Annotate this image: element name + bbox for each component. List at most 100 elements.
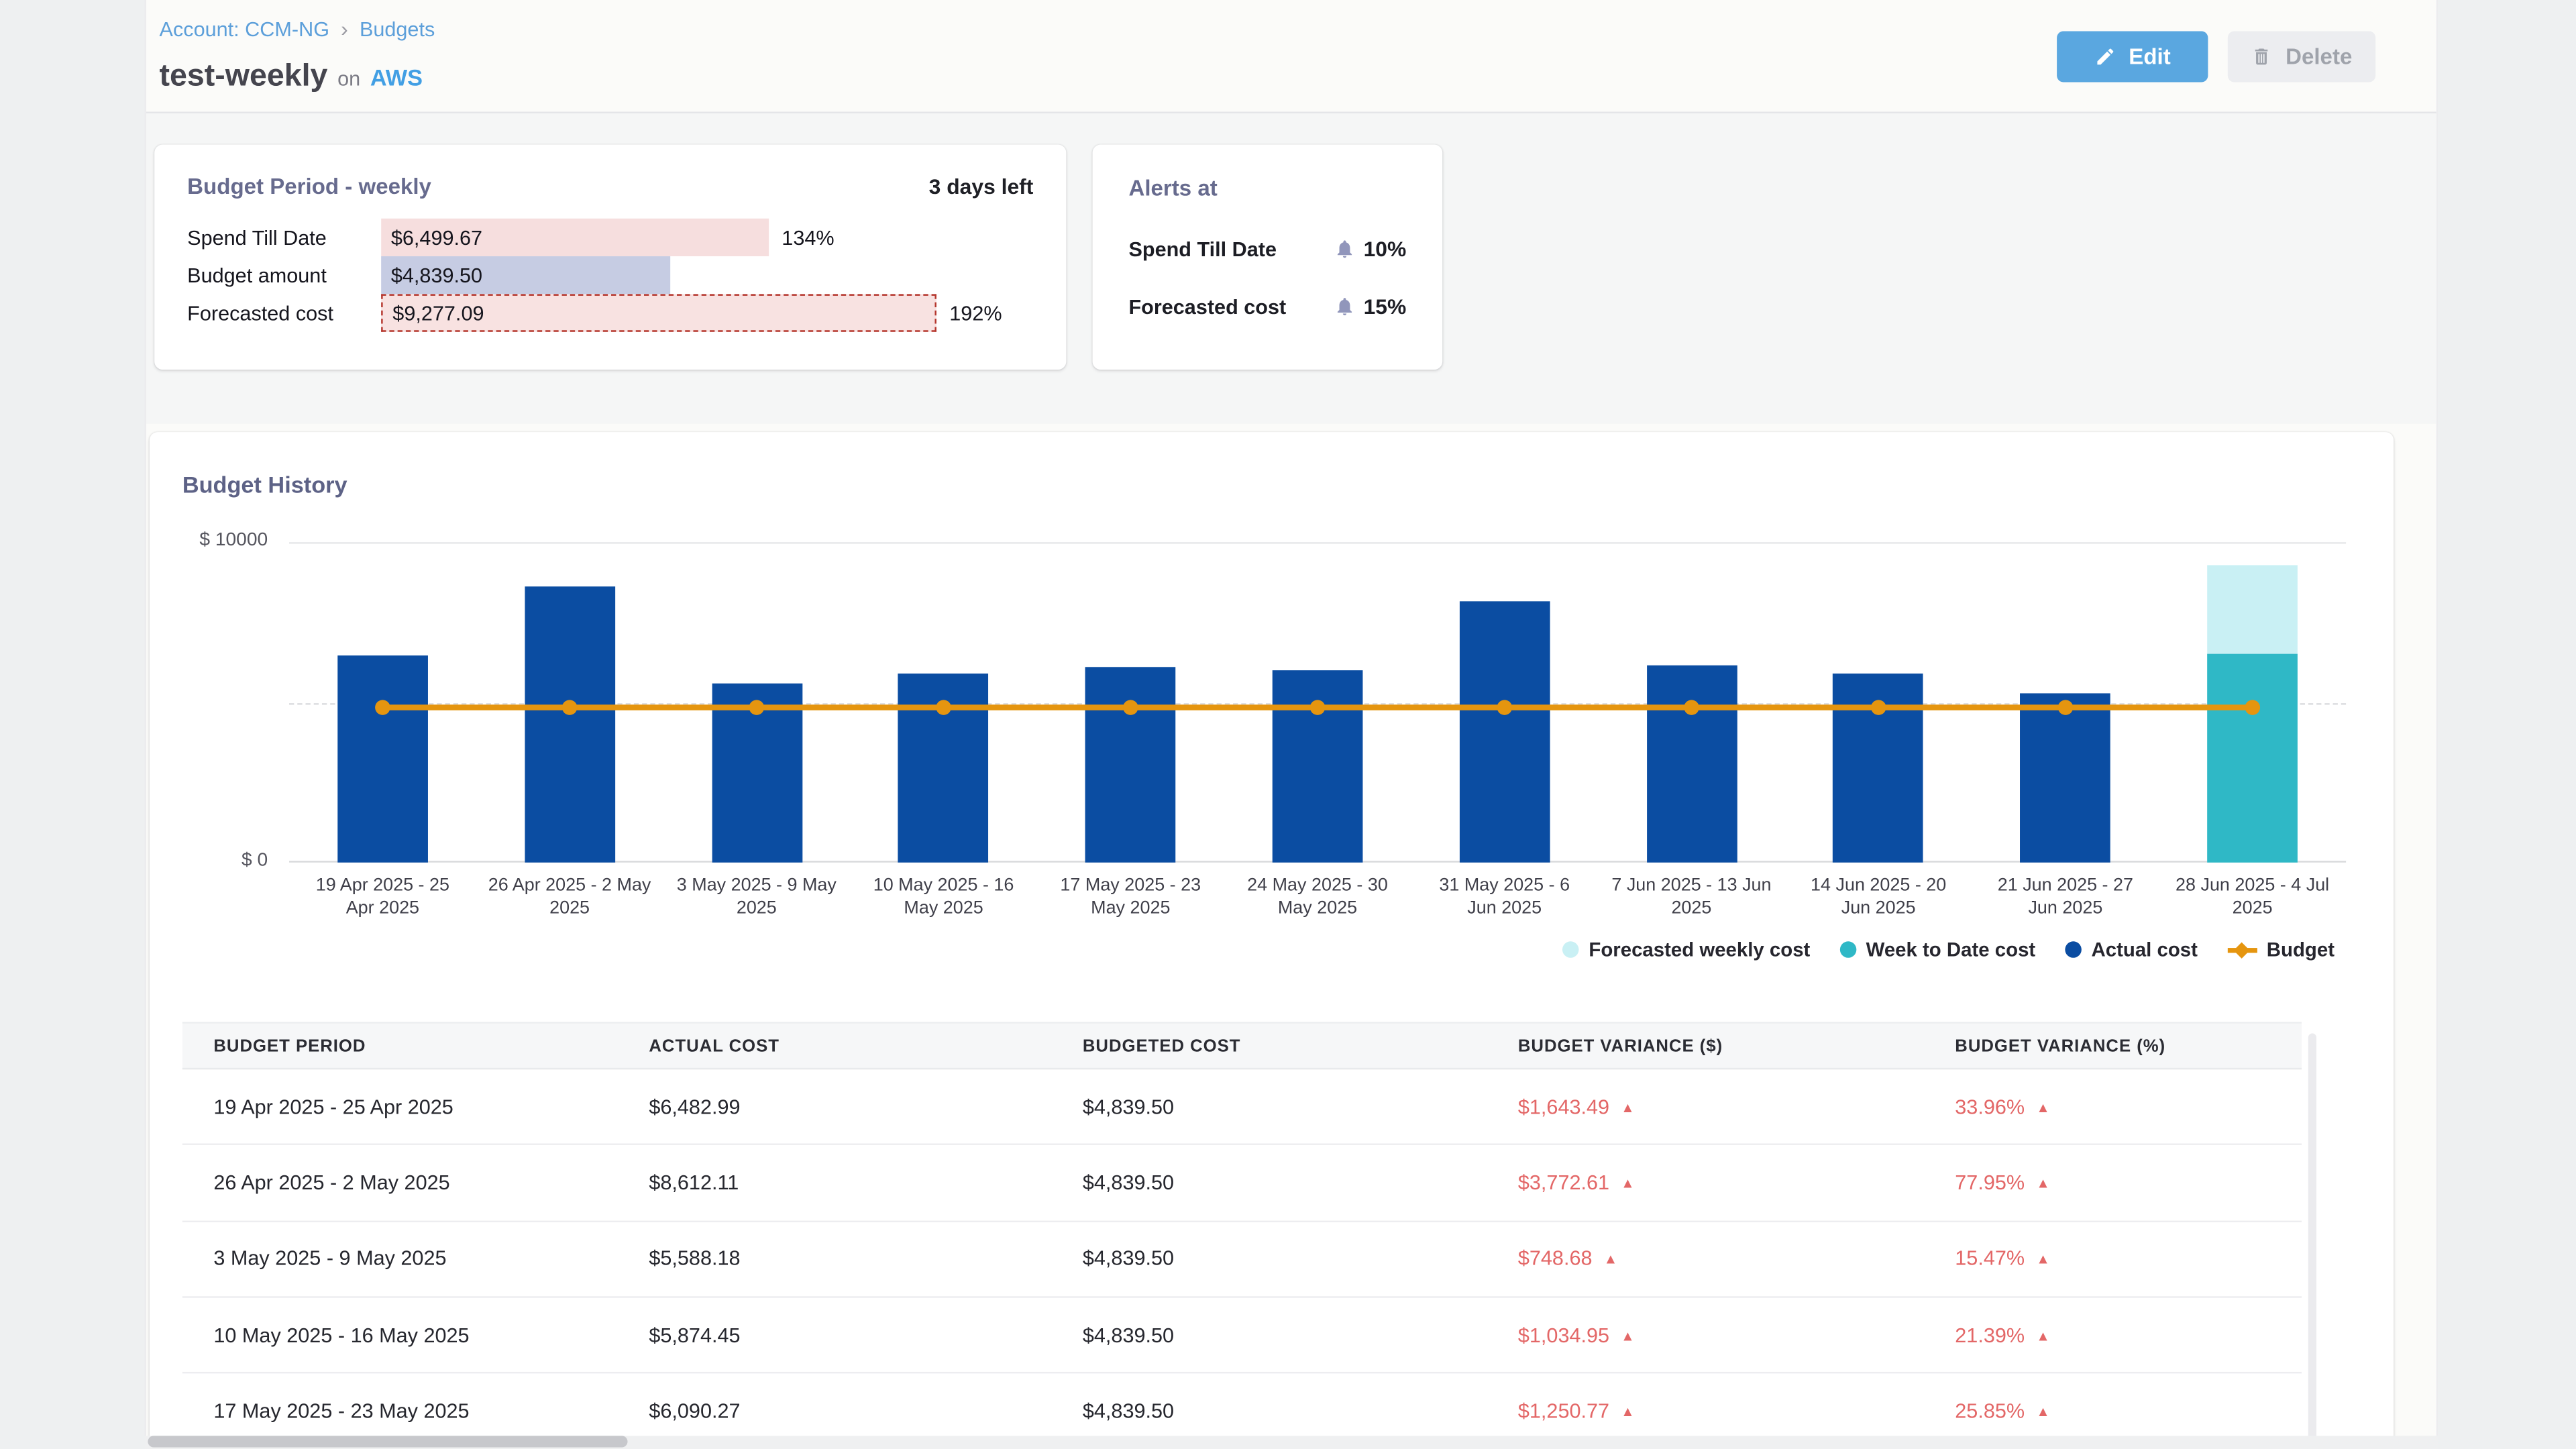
budget-period-card-title: Budget Period - weekly — [187, 174, 431, 199]
table-cell-period: 26 Apr 2025 - 2 May 2025 — [182, 1171, 618, 1194]
edit-button[interactable]: Edit — [2057, 32, 2208, 83]
budget-line-point — [1310, 700, 1326, 715]
legend-item[interactable]: Actual cost — [2065, 938, 2198, 961]
table-cell-variance_pct: 15.47%▲ — [1924, 1247, 2302, 1270]
budget-history-card: Budget History $ 10000 $ 0 19 Apr 2025 -… — [150, 432, 2394, 1449]
table-cell-actual: $6,090.27 — [618, 1399, 1052, 1422]
page-title-row: test-weekly on AWS — [160, 59, 423, 95]
alert-label: Forecasted cost — [1128, 295, 1286, 318]
variance-up-icon: ▲ — [2036, 1327, 2050, 1343]
table-cell-actual: $5,874.45 — [618, 1324, 1052, 1346]
table-cell-variance_pct: 33.96%▲ — [1924, 1095, 2302, 1118]
alert-label: Spend Till Date — [1128, 237, 1277, 260]
chevron-right-icon: › — [341, 16, 348, 41]
breadcrumb-budgets-link[interactable]: Budgets — [360, 17, 435, 40]
budget-row-bar-zone: $9,277.09192% — [381, 294, 1002, 331]
budget-table: BUDGET PERIODACTUAL COSTBUDGETED COSTBUD… — [182, 1022, 2302, 1449]
pencil-icon — [2094, 46, 2116, 68]
variance-up-icon: ▲ — [1621, 1175, 1635, 1191]
chart-x-label: 19 Apr 2025 - 25 Apr 2025 — [289, 874, 476, 921]
budget-row-bar-zone: $4,839.50 — [381, 256, 670, 294]
legend-label: Budget — [2267, 938, 2334, 961]
legend-label: Forecasted weekly cost — [1589, 938, 1810, 961]
budget-line-point — [1684, 700, 1699, 715]
variance-up-icon: ▲ — [1621, 1403, 1635, 1419]
table-cell-period: 10 May 2025 - 16 May 2025 — [182, 1324, 618, 1346]
variance-up-icon: ▲ — [1621, 1327, 1635, 1343]
table-cell-budgeted: $4,839.50 — [1051, 1171, 1487, 1194]
content-wrapper: Account: CCM-NG › Budgets test-weekly on… — [145, 0, 2438, 1449]
budget-row-bar: $6,499.67 — [381, 219, 769, 256]
budget-row-label: Budget amount — [187, 256, 381, 294]
budget-row-bar: $9,277.09 — [381, 294, 936, 331]
budget-row-bar-zone: $6,499.67134% — [381, 219, 834, 256]
budget-period-row: Spend Till Date$6,499.67134% — [187, 219, 1033, 256]
table-column-header: BUDGETED COST — [1051, 1036, 1487, 1055]
budget-line-point — [1497, 700, 1513, 715]
delete-button-label: Delete — [2286, 44, 2352, 69]
chart-legend: Forecasted weekly cost Week to Date cost A… — [1562, 938, 2334, 961]
budget-period-row: Budget amount$4,839.50 — [187, 256, 1033, 294]
chart-x-label: 14 Jun 2025 - 20 Jun 2025 — [1785, 874, 1972, 921]
chart-x-label: 28 Jun 2025 - 4 Jul 2025 — [2159, 874, 2346, 921]
table-cell-period: 17 May 2025 - 23 May 2025 — [182, 1399, 618, 1422]
budget-row-value: $9,277.09 — [383, 301, 484, 324]
budget-detail-page: Account: CCM-NG › Budgets test-weekly on… — [0, 0, 2576, 1449]
table-cell-variance_pct: 77.95%▲ — [1924, 1171, 2302, 1194]
budget-row-label: Forecasted cost — [187, 294, 381, 331]
table-cell-variance_pct: 21.39%▲ — [1924, 1324, 2302, 1346]
table-row: 3 May 2025 - 9 May 2025$5,588.18$4,839.5… — [182, 1222, 2302, 1297]
legend-dot-icon — [2065, 941, 2081, 957]
table-cell-actual: $6,482.99 — [618, 1095, 1052, 1118]
table-column-header: BUDGET PERIOD — [182, 1036, 618, 1055]
trash-icon — [2251, 46, 2273, 68]
variance-up-icon: ▲ — [2036, 1250, 2050, 1267]
budget-table-body: 19 Apr 2025 - 25 Apr 2025$6,482.99$4,839… — [182, 1069, 2302, 1449]
legend-label: Week to Date cost — [1866, 938, 2036, 961]
chart-x-label: 7 Jun 2025 - 13 Jun 2025 — [1598, 874, 1785, 921]
y-axis-tick-0: $ 0 — [150, 851, 268, 871]
budget-period-card-header: Budget Period - weekly 3 days left — [187, 174, 1033, 199]
days-left-label: 3 days left — [929, 174, 1034, 199]
breadcrumb: Account: CCM-NG › Budgets — [160, 16, 435, 41]
alert-value: 10% — [1364, 237, 1407, 262]
horizontal-scrollbar-thumb[interactable] — [148, 1436, 627, 1447]
chart-x-label: 3 May 2025 - 9 May 2025 — [663, 874, 850, 921]
table-cell-variance_usd: $1,250.77▲ — [1487, 1399, 1923, 1422]
alerts-rows: Spend Till Date 10% Forecasted cost 15% — [1128, 237, 1406, 319]
budget-period-card: Budget Period - weekly 3 days left Spend… — [154, 145, 1066, 370]
table-row: 26 Apr 2025 - 2 May 2025$8,612.11$4,839.… — [182, 1146, 2302, 1222]
budget-line-point — [375, 700, 390, 715]
budget-line-svg — [289, 542, 2346, 863]
edit-button-label: Edit — [2129, 44, 2170, 69]
chart-x-label: 26 Apr 2025 - 2 May 2025 — [476, 874, 663, 921]
chart-plot-area — [289, 542, 2346, 863]
budget-row-label: Spend Till Date — [187, 219, 381, 256]
chart-x-label: 17 May 2025 - 23 May 2025 — [1037, 874, 1224, 921]
legend-item[interactable]: Week to Date cost — [1839, 938, 2035, 961]
table-cell-budgeted: $4,839.50 — [1051, 1324, 1487, 1346]
table-cell-variance_usd: $748.68▲ — [1487, 1247, 1923, 1270]
chart-x-label: 24 May 2025 - 30 May 2025 — [1224, 874, 1411, 921]
chart-x-label: 31 May 2025 - 6 Jun 2025 — [1411, 874, 1598, 921]
table-cell-period: 3 May 2025 - 9 May 2025 — [182, 1247, 618, 1270]
legend-item[interactable]: Forecasted weekly cost — [1562, 938, 1810, 961]
table-scrollbar[interactable] — [2308, 1033, 2316, 1449]
bell-icon — [1334, 296, 1355, 317]
chart-x-label: 21 Jun 2025 - 27 Jun 2025 — [1972, 874, 2159, 921]
table-column-header: BUDGET VARIANCE ($) — [1487, 1036, 1923, 1055]
budget-history-title: Budget History — [182, 472, 347, 498]
chart-x-label: 10 May 2025 - 16 May 2025 — [850, 874, 1037, 921]
budget-line-point — [2058, 700, 2074, 715]
table-cell-actual: $8,612.11 — [618, 1171, 1052, 1194]
delete-button[interactable]: Delete — [2228, 32, 2375, 83]
alert-threshold: 15% — [1334, 294, 1406, 319]
legend-dot-icon — [1562, 941, 1578, 957]
page-title: test-weekly — [160, 59, 328, 95]
legend-item[interactable]: Budget — [2227, 938, 2334, 961]
table-cell-variance_usd: $1,034.95▲ — [1487, 1324, 1923, 1346]
breadcrumb-account-link[interactable]: Account: CCM-NG — [160, 17, 329, 40]
alert-row: Spend Till Date 10% — [1128, 237, 1406, 262]
budget-row-value: $6,499.67 — [381, 226, 482, 249]
legend-diamond — [2234, 941, 2250, 957]
